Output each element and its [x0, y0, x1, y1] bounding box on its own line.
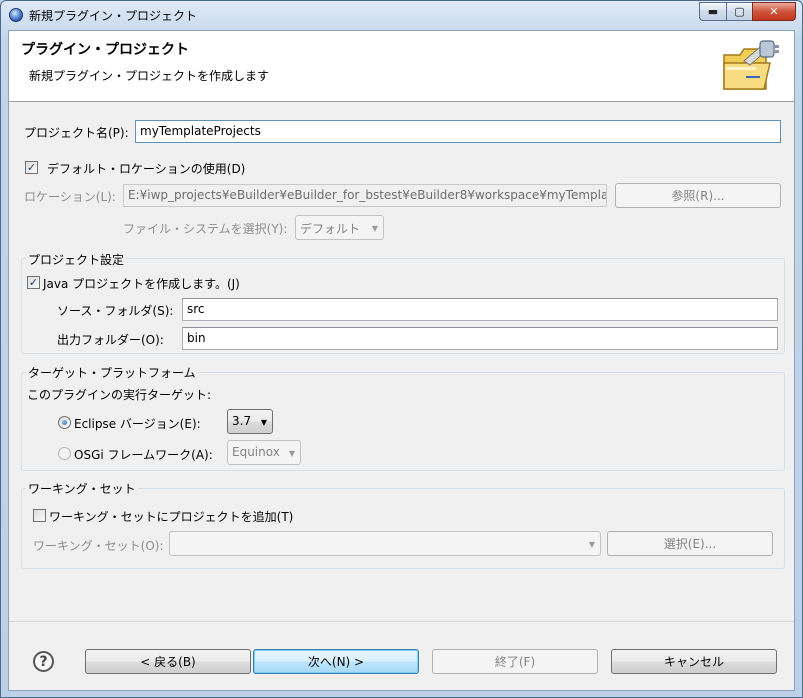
page-title: プラグイン・プロジェクト — [21, 42, 189, 58]
osgi-framework-label: OSGi フレームワーク(A): — [74, 448, 213, 462]
cancel-button[interactable]: キャンセル — [611, 649, 777, 674]
java-project-label: Java プロジェクトを作成します。(J) — [43, 277, 240, 291]
add-working-set-label: ワーキング・セットにプロジェクトを追加(T) — [49, 510, 294, 524]
page-description: 新規プラグイン・プロジェクトを作成します — [29, 69, 270, 83]
working-set-select[interactable]: ▼ — [169, 531, 601, 556]
plugin-folder-icon — [723, 40, 779, 90]
filesystem-label: ファイル・システムを選択(Y): — [123, 222, 288, 236]
filesystem-value: デフォルト — [300, 222, 361, 236]
wizard-header: プラグイン・プロジェクト 新規プラグイン・プロジェクトを作成します — [9, 31, 794, 102]
title-bar: 新規プラグイン・プロジェクト ▬ ▢ ✕ — [1, 1, 802, 29]
default-location-label: デフォルト・ロケーションの使用(D) — [47, 162, 246, 176]
footer-separator — [9, 621, 794, 622]
source-folder-input[interactable]: src — [182, 298, 778, 321]
maximize-button[interactable]: ▢ — [726, 2, 752, 21]
project-settings-title: プロジェクト設定 — [26, 251, 127, 268]
eclipse-version-label: Eclipse バージョン(E): — [74, 417, 201, 431]
working-set-field-label: ワーキング・セット(O): — [33, 539, 164, 553]
target-platform-title: ターゲット・プラットフォーム — [26, 364, 198, 381]
osgi-framework-select[interactable]: Equinox ▼ — [227, 440, 301, 465]
project-name-label: プロジェクト名(P): — [24, 126, 129, 140]
output-folder-label: 出力フォルダー(O): — [57, 333, 164, 347]
chevron-down-icon: ▼ — [371, 224, 378, 233]
working-set-select-button[interactable]: 選択(E)... — [607, 531, 773, 556]
browse-button[interactable]: 参照(R)... — [615, 183, 781, 208]
finish-button[interactable]: 終了(F) — [432, 649, 598, 674]
help-icon[interactable]: ? — [33, 651, 54, 672]
source-folder-label: ソース・フォルダ(S): — [57, 304, 174, 318]
chevron-down-icon: ▼ — [288, 449, 295, 458]
minimize-button[interactable]: ▬ — [699, 2, 726, 21]
location-input[interactable]: E:¥iwp_projects¥eBuilder¥eBuilder_for_bs… — [123, 184, 607, 207]
osgi-framework-radio[interactable] — [58, 447, 71, 460]
target-platform-subtitle: このプラグインの実行ターゲット: — [27, 388, 212, 402]
chevron-down-icon: ▼ — [260, 418, 267, 427]
eclipse-version-value: 3.7 — [232, 414, 252, 428]
filesystem-select[interactable]: デフォルト ▼ — [295, 215, 384, 240]
default-location-checkbox[interactable]: ✓ — [25, 161, 38, 174]
minimize-icon: ▬ — [707, 5, 719, 18]
add-working-set-checkbox[interactable]: ✓ — [33, 509, 46, 522]
location-label: ロケーション(L): — [24, 190, 116, 204]
close-icon: ✕ — [769, 5, 779, 18]
back-button[interactable]: < 戻る(B) — [85, 649, 251, 674]
maximize-icon: ▢ — [734, 5, 745, 18]
dialog-window: 新規プラグイン・プロジェクト ▬ ▢ ✕ プラグイン・プロジェクト 新規プラグイ… — [0, 0, 803, 698]
working-set-group — [21, 488, 785, 569]
window-title: 新規プラグイン・プロジェクト — [29, 9, 198, 23]
dialog-client-area: プラグイン・プロジェクト 新規プラグイン・プロジェクトを作成します プロジェクト… — [8, 30, 795, 691]
osgi-framework-value: Equinox — [232, 445, 280, 459]
output-folder-input[interactable]: bin — [182, 327, 778, 350]
eclipse-version-radio[interactable] — [58, 416, 71, 429]
project-name-input[interactable]: myTemplateProjects — [135, 120, 781, 143]
eclipse-icon — [9, 8, 23, 22]
eclipse-version-select[interactable]: 3.7 ▼ — [227, 409, 273, 434]
close-button[interactable]: ✕ — [752, 2, 796, 21]
working-set-title: ワーキング・セット — [26, 480, 138, 497]
java-project-checkbox[interactable]: ✓ — [27, 276, 40, 289]
chevron-down-icon: ▼ — [588, 540, 595, 549]
next-button[interactable]: 次へ(N) > — [253, 649, 419, 674]
